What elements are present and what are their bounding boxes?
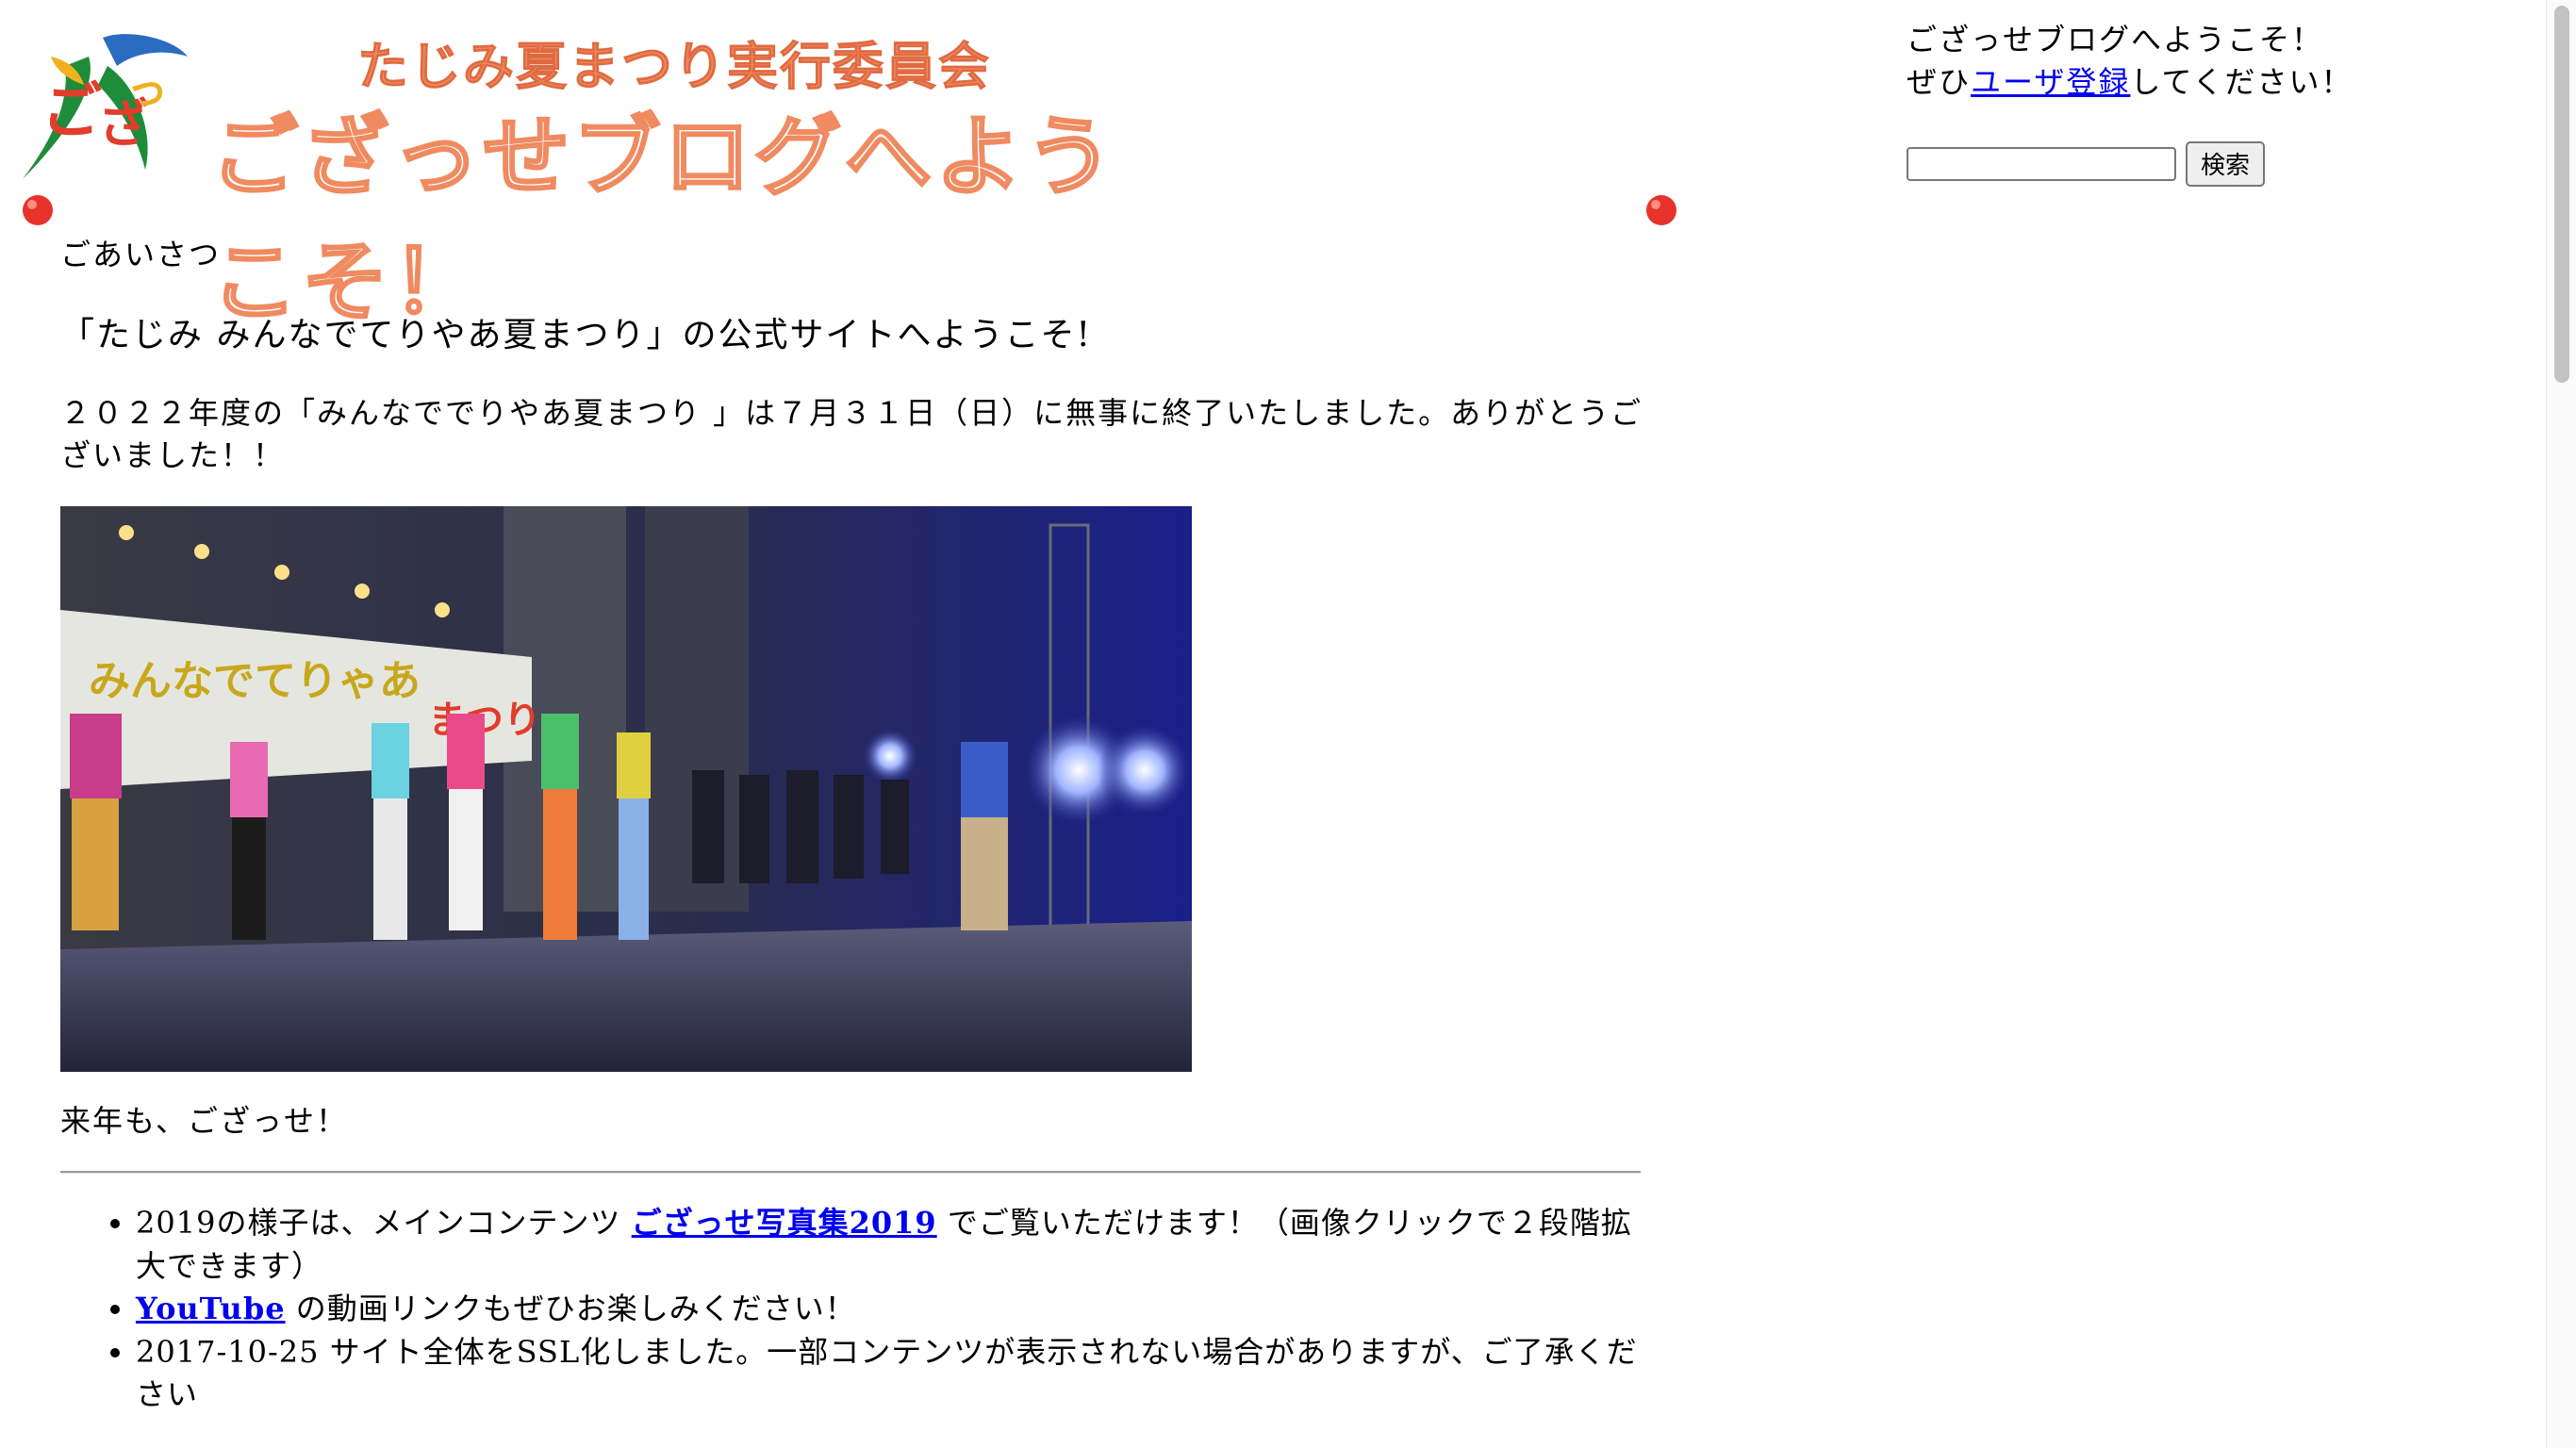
register-prompt: ぜひユーザ登録してください！ bbox=[1907, 61, 2510, 104]
search-button[interactable]: 検索 bbox=[2186, 140, 2266, 187]
list-item: YouTube の動画リンクもぜひお楽しみください！ bbox=[136, 1288, 1644, 1330]
page: ご ざ っ たじみ夏まつり実行委員会 ござっせブログへようこそ！ ごあいさつ 「… bbox=[0, 0, 2576, 1448]
scrollbar-thumb[interactable] bbox=[2554, 6, 2569, 383]
stage-photo[interactable]: みんなでてりゃあ まつり bbox=[60, 505, 1192, 1072]
register-prefix: ぜひ bbox=[1907, 63, 1972, 100]
svg-text:みんなでてりゃあ: みんなでてりゃあ bbox=[89, 657, 421, 705]
register-suffix: してください！ bbox=[2130, 63, 2353, 100]
search-form: 検索 bbox=[1907, 140, 2510, 187]
page-heading: 「たじみ みんなでてりやあ夏まつり」の公式サイトへようこそ! bbox=[60, 316, 1092, 354]
list-item: 2017-10-25 サイト全体をSSL化しました。一部コンテンツが表示されない… bbox=[136, 1331, 1644, 1417]
sidebar-welcome: ござっせブログへようこそ！ bbox=[1907, 22, 2324, 58]
festival-logo-icon[interactable]: ご ざ っ bbox=[13, 28, 192, 189]
sidebar: ござっせブログへようこそ！ ぜひユーザ登録してください！ 検索 bbox=[1907, 19, 2510, 187]
decoration-ball-icon bbox=[23, 195, 53, 225]
news-text: 2017-10-25 サイト全体をSSL化しました。一部コンテンツが表示されない… bbox=[136, 1333, 1638, 1413]
decoration-ball-icon bbox=[1646, 195, 1676, 225]
photo-album-link[interactable]: ござっせ写真集2019 bbox=[632, 1205, 937, 1241]
next-year-text: 来年も、ござっせ！ bbox=[60, 1102, 349, 1139]
youtube-link[interactable]: YouTube bbox=[136, 1291, 286, 1326]
news-list: 2019の様子は、メインコンテンツ ござっせ写真集2019 でご覧いただけます！… bbox=[60, 1202, 1644, 1416]
intro-text: ２０２２年度の「みんなででりやあ夏まつり 」は７月３１日（日）に無事に終了いたし… bbox=[60, 395, 1643, 474]
greeting-title: ごあいさつ bbox=[60, 237, 222, 272]
svg-text:ご: ご bbox=[41, 77, 102, 147]
news-text: の動画リンクもぜひお楽しみください！ bbox=[285, 1291, 856, 1327]
header-banner: ご ざ っ たじみ夏まつり実行委員会 ござっせブログへようこそ！ bbox=[13, 21, 1164, 335]
user-register-link[interactable]: ユーザ登録 bbox=[1971, 64, 2130, 100]
list-item: 2019の様子は、メインコンテンツ ござっせ写真集2019 でご覧いただけます！… bbox=[136, 1202, 1644, 1288]
vertical-scrollbar[interactable] bbox=[2546, 0, 2576, 1448]
divider bbox=[60, 1171, 1641, 1175]
main-content: ごあいさつ 「たじみ みんなでてりやあ夏まつり」の公式サイトへようこそ! ２０２… bbox=[60, 234, 1644, 1417]
search-input[interactable] bbox=[1907, 146, 2176, 181]
svg-text:っ: っ bbox=[126, 66, 168, 114]
news-text: 2019の様子は、メインコンテンツ bbox=[136, 1205, 632, 1242]
